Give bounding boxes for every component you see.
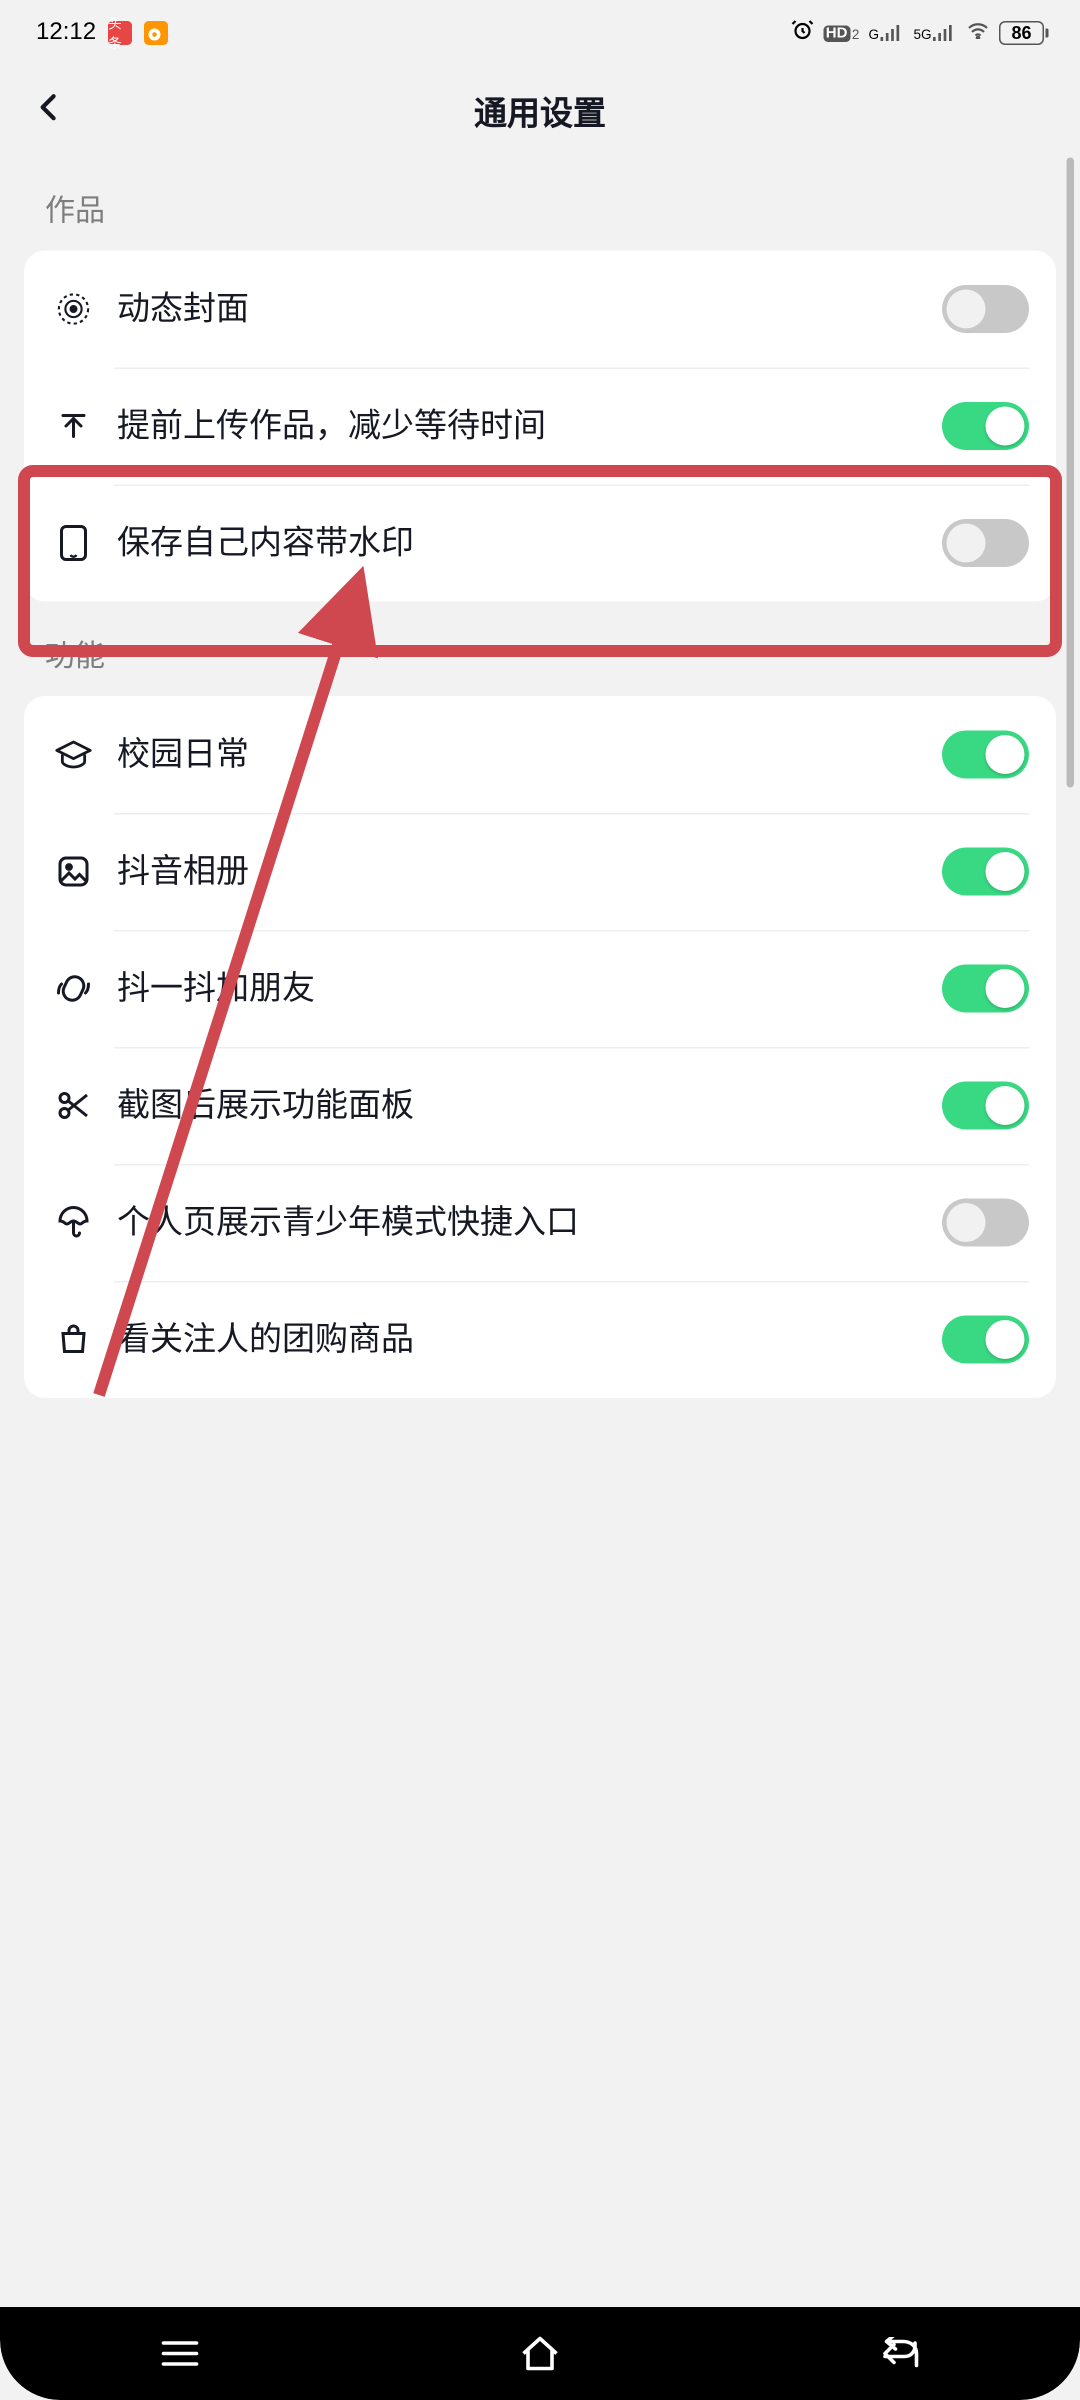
wifi-icon — [966, 20, 990, 47]
toggle-screenshot-panel[interactable] — [942, 1082, 1029, 1130]
signal-g-icon: G — [868, 24, 904, 42]
scroll-indicator — [1067, 158, 1075, 788]
section-card-features: 校园日常 抖音相册 抖一抖加朋友 — [24, 696, 1056, 1398]
row-dynamic-cover[interactable]: 动态封面 — [24, 251, 1056, 368]
status-bar: 12:12 头条 HD 2 G 5G — [0, 0, 1080, 66]
weibo-badge-icon — [144, 21, 168, 45]
toggle-pre-upload[interactable] — [942, 402, 1029, 450]
toggle-shake-friend[interactable] — [942, 965, 1029, 1013]
toggle-teen-shortcut[interactable] — [942, 1199, 1029, 1247]
section-card-works: 动态封面 提前上传作品，减少等待时间 — [24, 251, 1056, 602]
system-nav-bar — [0, 2307, 1080, 2400]
row-label: 看关注人的团购商品 — [117, 1317, 942, 1362]
device-frame: 12:12 头条 HD 2 G 5G — [0, 0, 1080, 2400]
umbrella-icon — [51, 1205, 96, 1241]
page-header: 通用设置 — [0, 66, 1080, 156]
toggle-save-watermark[interactable] — [942, 519, 1029, 567]
section-title-features: 功能 — [24, 602, 1056, 697]
toggle-album[interactable] — [942, 848, 1029, 896]
row-label: 抖音相册 — [117, 849, 942, 894]
back-button[interactable] — [33, 91, 66, 132]
alarm-icon — [790, 17, 814, 49]
row-label: 校园日常 — [117, 732, 942, 777]
scissors-icon — [51, 1088, 96, 1124]
row-label: 截图后展示功能面板 — [117, 1083, 942, 1128]
nav-recents-button[interactable] — [150, 2324, 210, 2384]
settings-content: 作品 动态封面 提前上传作品，减少等待时间 — [0, 156, 1080, 1398]
battery-indicator: 86 — [999, 21, 1044, 45]
section-title-works: 作品 — [24, 156, 1056, 251]
target-icon — [51, 290, 96, 329]
row-shake-friend[interactable]: 抖一抖加朋友 — [24, 930, 1056, 1047]
row-label: 提前上传作品，减少等待时间 — [117, 404, 942, 449]
shake-icon — [51, 969, 96, 1008]
upload-icon — [51, 408, 96, 444]
bag-icon — [51, 1322, 96, 1358]
row-album[interactable]: 抖音相册 — [24, 813, 1056, 930]
phone-icon — [51, 524, 96, 563]
toggle-follow-groupbuy[interactable] — [942, 1316, 1029, 1364]
image-icon — [51, 854, 96, 890]
row-label: 动态封面 — [117, 287, 942, 332]
toggle-dynamic-cover[interactable] — [942, 285, 1029, 333]
status-left: 12:12 头条 — [36, 20, 168, 47]
signal-5g-icon: 5G — [913, 24, 957, 42]
row-save-watermark[interactable]: 保存自己内容带水印 — [24, 485, 1056, 602]
hd-badge-icon: HD 2 — [823, 25, 860, 42]
status-time: 12:12 — [36, 20, 96, 47]
row-follow-groupbuy[interactable]: 看关注人的团购商品 — [24, 1281, 1056, 1398]
row-pre-upload[interactable]: 提前上传作品，减少等待时间 — [24, 368, 1056, 485]
toutiao-badge-icon: 头条 — [108, 21, 132, 45]
row-campus[interactable]: 校园日常 — [24, 696, 1056, 813]
graduation-icon — [51, 738, 96, 771]
row-label: 保存自己内容带水印 — [117, 521, 942, 566]
nav-back-button[interactable] — [870, 2324, 930, 2384]
nav-home-button[interactable] — [510, 2324, 570, 2384]
page-title: 通用设置 — [474, 87, 606, 135]
row-teen-shortcut[interactable]: 个人页展示青少年模式快捷入口 — [24, 1164, 1056, 1281]
row-label: 个人页展示青少年模式快捷入口 — [117, 1200, 942, 1245]
toggle-campus[interactable] — [942, 731, 1029, 779]
row-label: 抖一抖加朋友 — [117, 966, 942, 1011]
row-screenshot-panel[interactable]: 截图后展示功能面板 — [24, 1047, 1056, 1164]
status-right: HD 2 G 5G 86 — [790, 17, 1044, 49]
